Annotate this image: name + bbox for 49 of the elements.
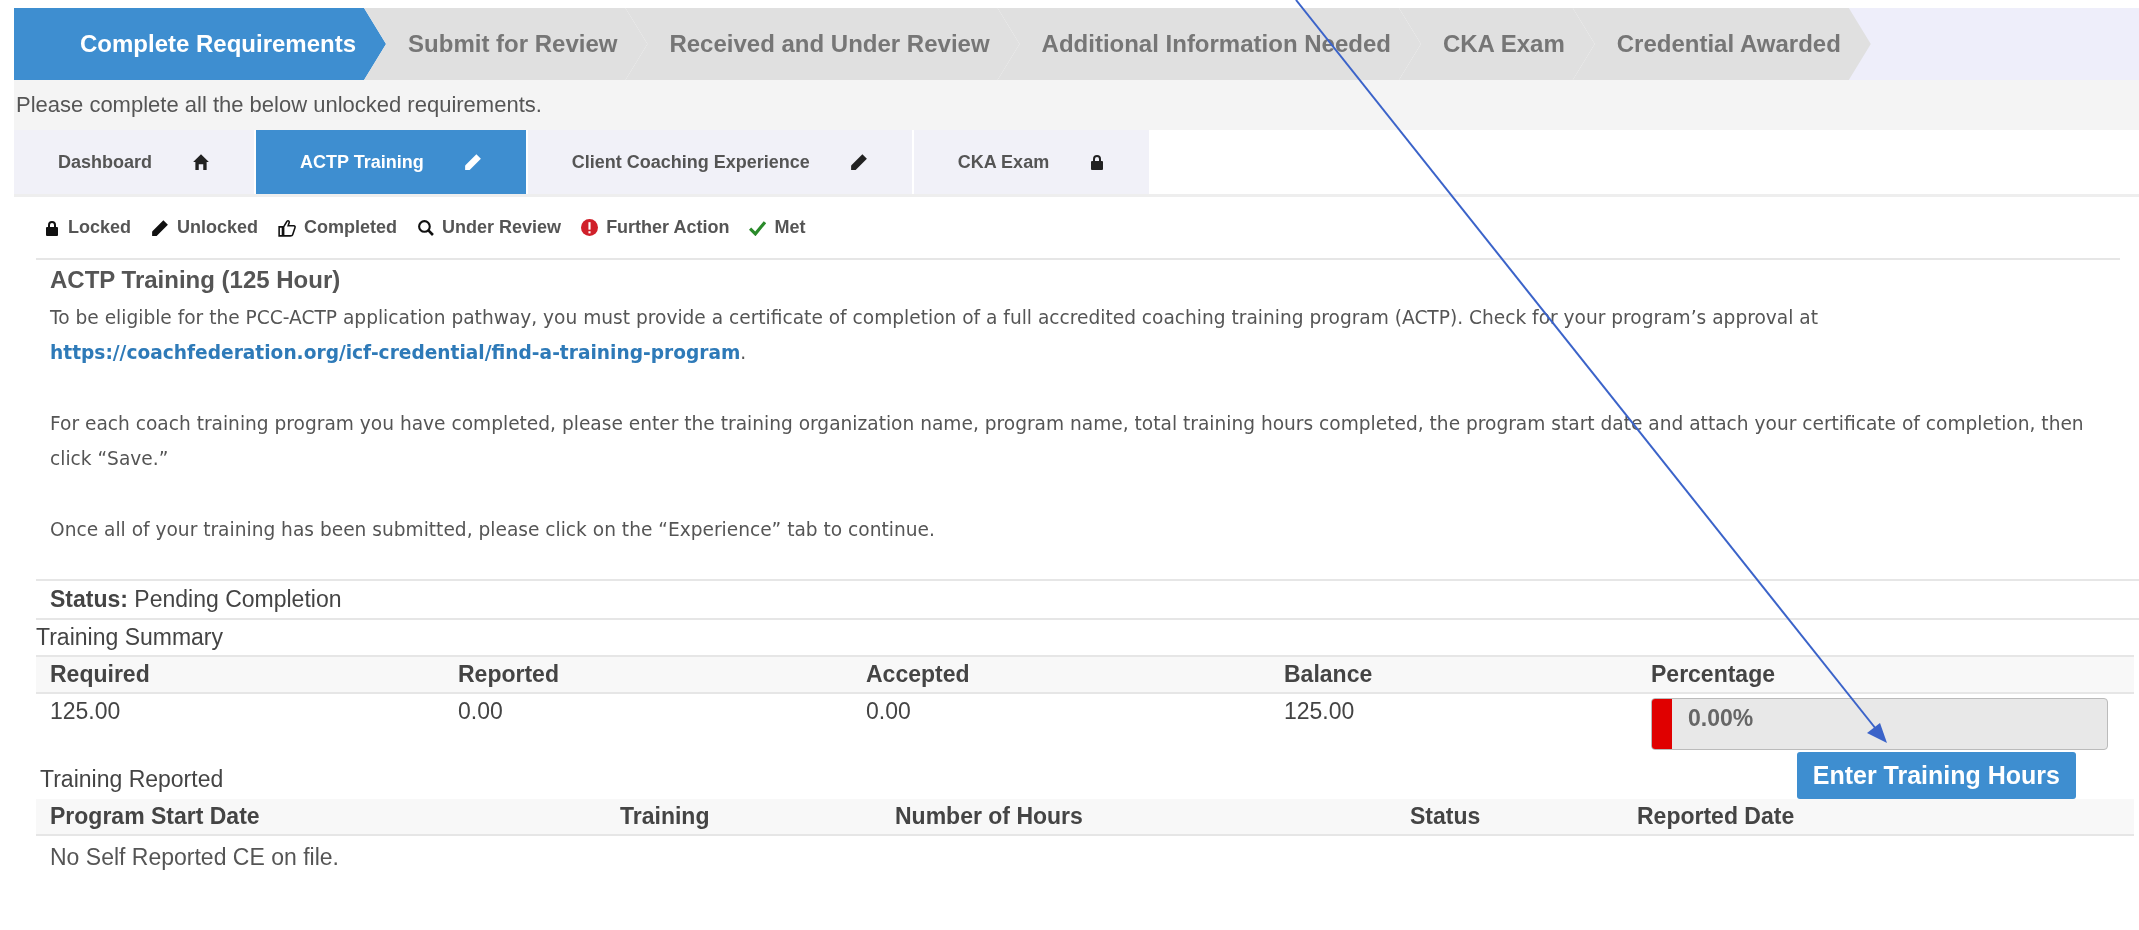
- alert-icon: [581, 219, 599, 236]
- home-icon: [192, 153, 211, 171]
- progress-step: Complete Requirements: [14, 8, 387, 80]
- requirement-tab[interactable]: ACTP Training: [256, 130, 528, 194]
- column-header: Reported: [458, 661, 560, 688]
- lock-icon: [44, 218, 60, 237]
- requirement-tab[interactable]: Dashboard: [14, 130, 257, 194]
- requirement-tab[interactable]: Client Coaching Experience: [527, 130, 914, 194]
- requirement-tab[interactable]: CKA Exam: [913, 130, 1152, 194]
- pencil-icon: [849, 153, 868, 171]
- column-header: Training: [620, 803, 711, 830]
- table-cell-text: 0.00: [866, 698, 912, 725]
- pencil-icon: [463, 153, 482, 171]
- table-cell-text: 125.00: [50, 698, 122, 725]
- progress-step: Credential Awarded: [1572, 8, 1871, 80]
- pencil-icon: [151, 218, 170, 237]
- search-icon: [417, 219, 435, 236]
- legend-label: Met: [774, 217, 806, 238]
- column-header: Balance: [1284, 661, 1374, 688]
- thumbs-up-icon: [278, 218, 297, 237]
- section-title: ACTP Training (125 Hour): [50, 266, 342, 294]
- instruction-text: Please complete all the below unlocked requirements.: [16, 92, 542, 118]
- column-header: Reported Date: [1637, 803, 1796, 830]
- summary-title: Training Summary: [36, 624, 224, 650]
- status-value: Pending Completion: [134, 586, 342, 612]
- empty-message: No Self Reported CE on file.: [50, 844, 339, 870]
- status-label: Status:: [50, 586, 128, 612]
- progress-step: Received and Under Review: [625, 8, 1020, 80]
- table-cell-text: 125.00: [1284, 698, 1356, 725]
- percentage-text: 0.00%: [1688, 705, 1754, 732]
- column-header: Number of Hours: [895, 803, 1084, 830]
- check-icon: [749, 219, 767, 236]
- instruction-paragraph: Once all of your training has been submitted, please click on the “Experience” tab to continue.: [50, 518, 936, 542]
- column-header: Status: [1410, 803, 1482, 830]
- column-header: Percentage: [1651, 661, 1776, 688]
- legend-label: Locked: [68, 217, 132, 238]
- legend-label: Unlocked: [177, 217, 259, 238]
- legend-label: Under Review: [442, 217, 562, 238]
- table-cell-text: 0.00: [458, 698, 504, 725]
- legend-label: Completed: [304, 217, 398, 238]
- program-link[interactable]: https://coachfederation.org/icf-credential/find-a-training-program: [50, 342, 741, 363]
- reported-title: Training Reported: [40, 766, 224, 794]
- column-header: Program Start Date: [50, 803, 261, 830]
- progress-step: Submit for Review: [364, 8, 648, 80]
- legend-label: Further Action: [606, 217, 730, 238]
- lock-icon: [1089, 153, 1106, 171]
- enter-hours-button[interactable]: Enter Training Hours: [1796, 752, 2076, 799]
- column-header: Accepted: [866, 661, 971, 688]
- column-header: Required: [50, 661, 151, 688]
